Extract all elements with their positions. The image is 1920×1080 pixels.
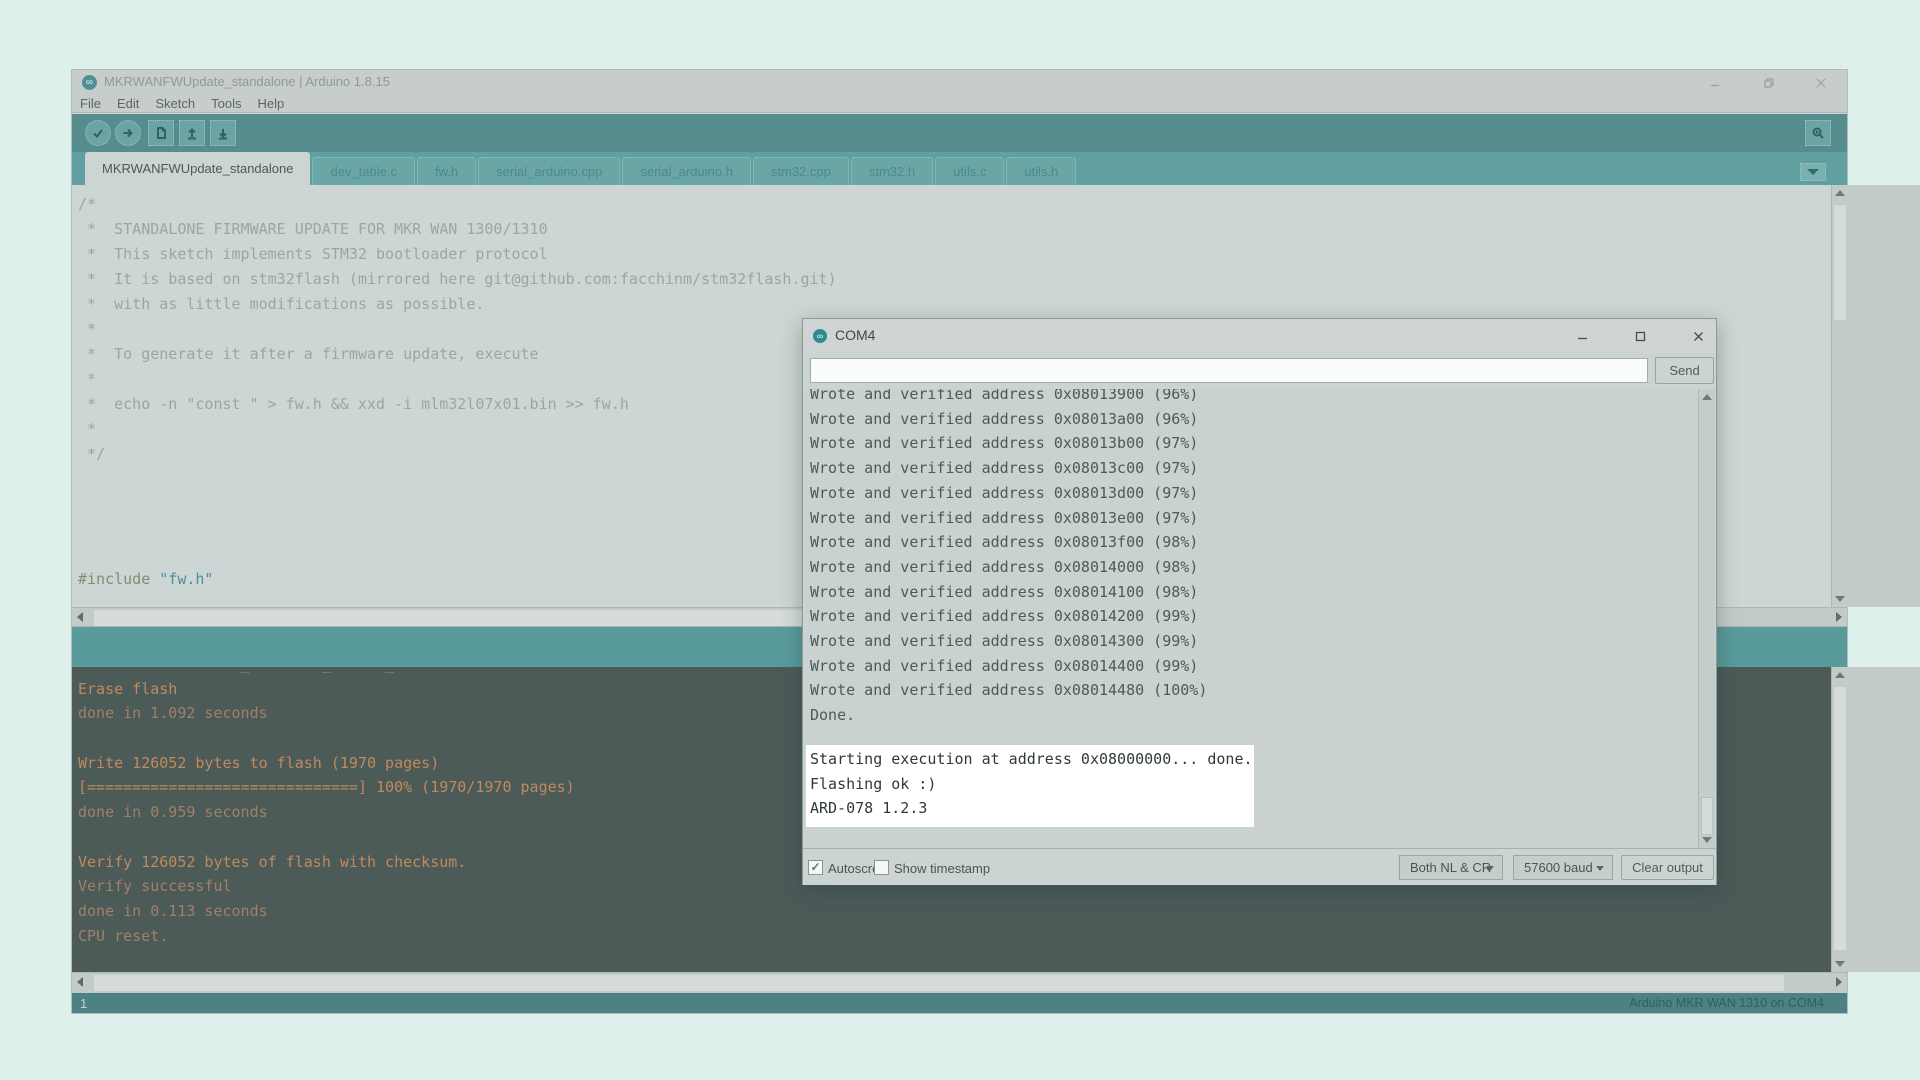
serial-monitor-button[interactable] — [1805, 120, 1831, 146]
console-line: done in 0.959 seconds — [78, 800, 575, 825]
scroll-down-icon[interactable] — [1835, 596, 1845, 602]
editor-vertical-scrollbar[interactable] — [1831, 185, 1920, 607]
console-line: done in 0.113 seconds — [78, 899, 575, 924]
save-icon — [216, 126, 230, 140]
upload-icon — [121, 126, 135, 140]
menubar: File Edit Sketch Tools Help — [72, 95, 1847, 113]
baud-rate-dropdown[interactable]: 57600 baud — [1513, 855, 1613, 880]
scrollbar-thumb[interactable] — [1834, 205, 1846, 320]
window-title: MKRWANFWUpdate_standalone | Arduino 1.8.… — [104, 74, 390, 89]
serial-output-scrollbar[interactable] — [1698, 389, 1715, 848]
desktop-background: ∞ MKRWANFWUpdate_standalone | Arduino 1.… — [0, 0, 1920, 1080]
scroll-down-icon[interactable] — [1702, 837, 1712, 843]
scroll-right-icon[interactable] — [1836, 977, 1842, 987]
console-line: Verify 126052 bytes of flash with checks… — [78, 850, 575, 875]
menu-edit[interactable]: Edit — [117, 96, 139, 111]
arduino-logo-icon: ∞ — [813, 329, 827, 343]
clear-output-button[interactable]: Clear output — [1621, 855, 1714, 880]
verify-icon — [91, 126, 105, 140]
scroll-down-icon[interactable] — [1835, 961, 1845, 967]
chevron-down-icon — [1807, 169, 1819, 175]
status-board-port: Arduino MKR WAN 1310 on COM4 — [1629, 996, 1824, 1010]
save-button[interactable] — [210, 120, 236, 146]
send-button[interactable]: Send — [1655, 357, 1714, 384]
serial-monitor-window: ∞ COM4 Send Wrote and verified address 0… — [802, 318, 1717, 885]
minimize-button[interactable] — [1571, 327, 1593, 345]
serial-send-input[interactable] — [810, 358, 1648, 383]
toolbar — [72, 114, 1847, 152]
show-timestamp-label: Show timestamp — [894, 861, 990, 876]
console-line: done in 1.092 seconds — [78, 701, 575, 726]
open-icon — [185, 126, 199, 140]
scrollbar-thumb[interactable] — [94, 610, 884, 626]
scrollbar-thumb[interactable] — [94, 975, 1784, 991]
maximize-button[interactable] — [1629, 327, 1651, 345]
scroll-right-icon[interactable] — [1836, 612, 1842, 622]
scrollbar-thumb[interactable] — [1834, 687, 1846, 950]
console-horizontal-scrollbar[interactable] — [72, 972, 1847, 993]
scroll-up-icon[interactable] — [1702, 394, 1712, 400]
serial-monitor-controls: ✓ Autoscroll Show timestamp Both NL & CR… — [803, 848, 1716, 885]
code-include-block: #include "fw.h" #include "stm32.h" #incl… — [78, 517, 322, 607]
console-line: CPU reset. — [78, 924, 575, 949]
code-line-include-fw: #include "fw.h" — [78, 567, 322, 592]
menu-sketch[interactable]: Sketch — [155, 96, 195, 111]
tab-list-button[interactable] — [1800, 163, 1826, 181]
console-line — [78, 825, 575, 850]
tabbar: MKRWANFWUpdate_standalone dev_table.c fw… — [72, 152, 1847, 185]
verify-button[interactable] — [85, 120, 111, 146]
open-button[interactable] — [179, 120, 205, 146]
show-timestamp-checkbox[interactable] — [874, 860, 889, 875]
minimize-button[interactable] — [1705, 74, 1725, 91]
tab-stm32-cpp[interactable]: stm32.cpp — [753, 157, 849, 185]
tab-fw-h[interactable]: fw.h — [417, 157, 476, 185]
tab-mkrwanfwupdate-standalone[interactable]: MKRWANFWUpdate_standalone — [85, 152, 310, 185]
console-text: _ _ _ Erase flash done in 1.092 seconds … — [78, 667, 575, 948]
close-button[interactable] — [1687, 327, 1709, 345]
status-line-number: 1 — [80, 996, 87, 1011]
code-comment-block: /* * STANDALONE FIRMWARE UPDATE FOR MKR … — [78, 192, 837, 467]
tab-utils-c[interactable]: utils.c — [935, 157, 1004, 185]
checkmark-icon: ✓ — [810, 860, 820, 874]
scroll-up-icon[interactable] — [1835, 190, 1845, 196]
serial-output-area[interactable]: Wrote and verified address 0x08013900 (9… — [806, 389, 1715, 848]
console-line: Verify successful — [78, 874, 575, 899]
tab-serial-arduino-cpp[interactable]: serial_arduino.cpp — [478, 157, 620, 185]
statusbar: 1 Arduino MKR WAN 1310 on COM4 — [72, 993, 1847, 1013]
console-line: Write 126052 bytes to flash (1970 pages) — [78, 751, 575, 776]
close-button[interactable] — [1811, 74, 1831, 91]
restore-button[interactable] — [1759, 74, 1779, 91]
serial-output-highlighted-text: Starting execution at address 0x08000000… — [806, 745, 1254, 821]
chevron-down-icon — [1596, 866, 1604, 871]
scroll-left-icon[interactable] — [77, 612, 83, 622]
menu-tools[interactable]: Tools — [211, 96, 241, 111]
menu-help[interactable]: Help — [257, 96, 284, 111]
arduino-logo-icon: ∞ — [82, 75, 97, 90]
serial-monitor-title: COM4 — [835, 327, 875, 343]
scroll-up-icon[interactable] — [1835, 672, 1845, 678]
serial-output-text: Wrote and verified address 0x08013900 (9… — [810, 389, 1207, 728]
console-clipped-line: _ _ _ — [78, 667, 575, 677]
console-line: Erase flash — [78, 677, 575, 702]
serial-monitor-icon — [1811, 126, 1825, 140]
serial-monitor-titlebar[interactable]: ∞ COM4 — [803, 319, 1716, 353]
chevron-down-icon — [1486, 866, 1494, 871]
scrollbar-thumb[interactable] — [1701, 797, 1713, 835]
menu-file[interactable]: File — [80, 96, 101, 111]
new-sketch-icon — [154, 126, 168, 140]
console-line — [78, 726, 575, 751]
tab-serial-arduino-h[interactable]: serial_arduino.h — [622, 157, 751, 185]
autoscroll-checkbox[interactable]: ✓ — [808, 860, 823, 875]
console-vertical-scrollbar[interactable] — [1831, 667, 1920, 972]
tab-utils-h[interactable]: utils.h — [1006, 157, 1076, 185]
ide-titlebar[interactable]: ∞ MKRWANFWUpdate_standalone | Arduino 1.… — [72, 70, 1847, 95]
console-line: [==============================] 100% (1… — [78, 775, 575, 800]
tab-stm32-h[interactable]: stm32.h — [851, 157, 933, 185]
upload-button[interactable] — [115, 120, 141, 146]
scroll-left-icon[interactable] — [77, 977, 83, 987]
new-sketch-button[interactable] — [148, 120, 174, 146]
serial-output-selection: Starting execution at address 0x08000000… — [806, 745, 1254, 827]
line-ending-dropdown[interactable]: Both NL & CR — [1399, 855, 1503, 880]
tab-dev-table-c[interactable]: dev_table.c — [312, 157, 415, 185]
